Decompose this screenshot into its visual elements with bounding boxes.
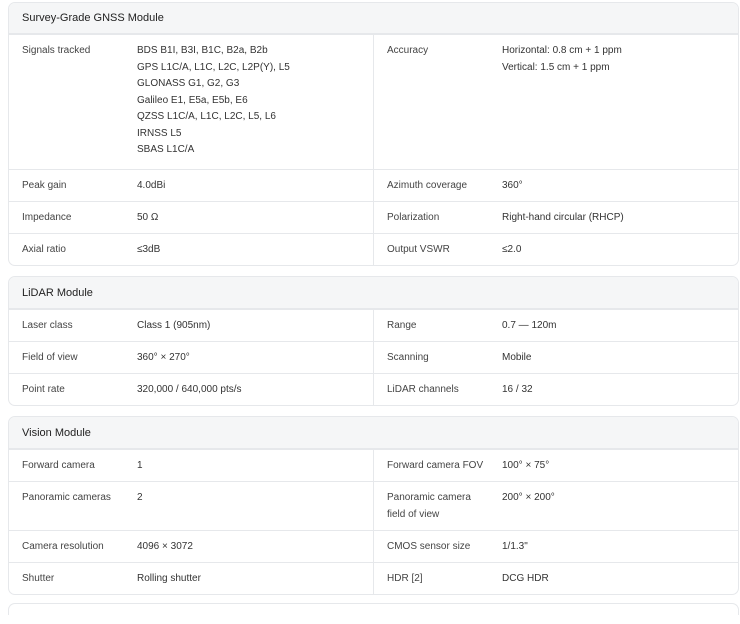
spec-label: Azimuth coverage [387,180,468,191]
spec-value: DCG HDR [502,573,549,584]
spec-label: Peak gain [22,180,67,191]
section-title: Survey-Grade GNSS Module [9,3,738,34]
spec-label: Panoramic camera field of view [387,492,471,520]
accuracy-line: Horizontal: 0.8 cm + 1 ppm [502,45,622,56]
spec-value: 1 [137,460,143,471]
signal-line: SBAS L1C/A [137,144,195,155]
spec-label: Accuracy [387,45,429,56]
spec-label: Output VSWR [387,244,450,255]
spec-label: Point rate [22,384,65,395]
spec-row: Impedance 50 Ω Polarization Right-hand c… [9,201,738,233]
spec-row: Forward camera 1 Forward camera FOV 100°… [9,449,738,481]
lidar-section: LiDAR Module Laser class Class 1 (905nm)… [8,276,739,406]
spec-value: 2 [137,492,143,503]
spec-label: LiDAR channels [387,384,459,395]
spec-value: 200° × 200° [502,492,555,503]
spec-row: Axial ratio ≤3dB Output VSWR ≤2.0 [9,233,738,265]
accuracy-line: Vertical: 1.5 cm + 1 ppm [502,61,610,73]
spec-value: 4096 × 3072 [137,541,193,552]
spec-value: ≤2.0 [502,244,522,255]
spec-value: 0.7 — 120m [502,320,557,331]
spec-value: Horizontal: 0.8 cm + 1 ppm Vertical: 1.5… [502,43,738,169]
spec-value: Right-hand circular (RHCP) [502,212,624,223]
signal-line: Galileo E1, E5a, E5b, E6 [137,94,248,106]
section-title: LiDAR Module [9,277,738,309]
spec-value: Class 1 (905nm) [137,320,211,331]
signal-line: QZSS L1C/A, L1C, L2C, L5, L6 [137,111,276,122]
spec-label: HDR [2] [387,573,423,584]
next-section-edge [8,603,739,615]
spec-row: Laser class Class 1 (905nm) Range 0.7 — … [9,309,738,341]
spec-label: Forward camera [22,460,95,471]
spec-row: Peak gain 4.0dBi Azimuth coverage 360° [9,169,738,201]
spec-label: Polarization [387,212,440,223]
spec-label: Shutter [22,573,55,584]
signal-line: GLONASS G1, G2, G3 [137,78,240,89]
spec-row: Signals tracked BDS B1I, B3I, B1C, B2a, … [9,34,738,169]
spec-label: Camera resolution [22,541,104,552]
spec-value: 100° × 75° [502,460,550,471]
spec-label: Scanning [387,352,429,363]
spec-label: Laser class [22,320,73,331]
spec-page: Survey-Grade GNSS Module Signals tracked… [0,0,740,624]
gnss-section: Survey-Grade GNSS Module Signals tracked… [8,2,739,266]
spec-label: CMOS sensor size [387,541,471,552]
signal-line: BDS B1I, B3I, B1C, B2a, B2b [137,45,268,56]
spec-value: Mobile [502,352,532,363]
spec-row: Camera resolution 4096 × 3072 CMOS senso… [9,530,738,562]
spec-label: Panoramic cameras [22,492,111,503]
spec-row: Shutter Rolling shutter HDR [2] DCG HDR [9,562,738,594]
spec-value: 320,000 / 640,000 pts/s [137,384,242,395]
spec-value: 4.0dBi [137,180,166,191]
vision-section: Vision Module Forward camera 1 Forward c… [8,416,739,595]
spec-label: Signals tracked [22,45,91,56]
spec-value: Rolling shutter [137,573,201,584]
spec-value: 50 Ω [137,212,159,223]
spec-value: ≤3dB [137,244,161,255]
spec-value: 16 / 32 [502,384,533,395]
spec-value: 1/1.3" [502,541,528,552]
spec-label: Range [387,320,417,331]
spec-label: Impedance [22,212,72,223]
spec-row: Point rate 320,000 / 640,000 pts/s LiDAR… [9,373,738,405]
signal-line: GPS L1C/A, L1C, L2C, L2P(Y), L5 [137,61,290,73]
spec-value: BDS B1I, B3I, B1C, B2a, B2b GPS L1C/A, L… [137,43,373,169]
section-title: Vision Module [9,417,738,449]
spec-row: Field of view 360° × 270° Scanning Mobil… [9,341,738,373]
spec-row: Panoramic cameras 2 Panoramic camera fie… [9,481,738,530]
signal-line: IRNSS L5 [137,127,182,139]
spec-label: Forward camera FOV [387,460,484,471]
spec-value: 360° [502,180,523,191]
spec-label: Axial ratio [22,244,66,255]
spec-value: 360° × 270° [137,352,190,363]
spec-label: Field of view [22,352,78,363]
